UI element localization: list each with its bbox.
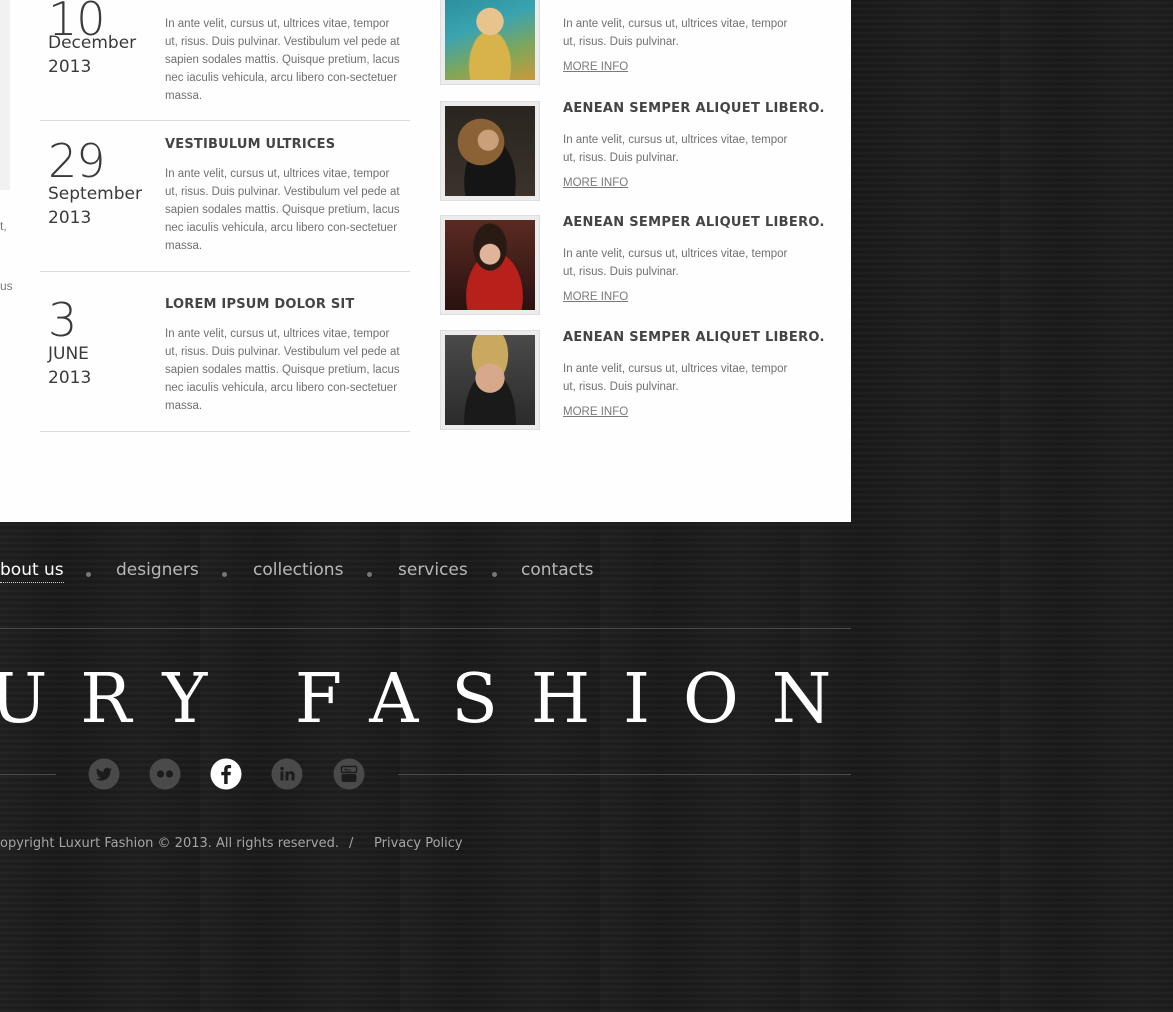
footer-divider	[398, 774, 851, 775]
profile-text: In ante velit, cursus ut, ultrices vitae…	[563, 248, 788, 278]
news-title[interactable]: VESTIBULUM ULTRICES	[165, 137, 335, 152]
news-item: 3 JUNE 2013 LOREM IPSUM DOLOR SIT In ant…	[40, 272, 410, 432]
profile-item: AENEAN SEMPER ALIQUET LIBERO. In ante ve…	[440, 215, 840, 315]
profile-thumbnail[interactable]	[440, 0, 540, 85]
profile-photo	[445, 0, 535, 80]
more-info-link[interactable]: MORE INFO	[563, 61, 628, 73]
nav-item-designers[interactable]: designers	[116, 560, 199, 580]
news-date-day: 3	[48, 293, 77, 347]
profile-title[interactable]: AENEAN SEMPER ALIQUET LIBERO.	[563, 215, 825, 230]
profile-thumbnail[interactable]	[440, 215, 540, 315]
nav-separator-dot	[222, 572, 227, 577]
footer-nav: bout us designers collections services c…	[0, 560, 851, 590]
news-item: 10 December 2013 In ante velit, cursus u…	[40, 0, 410, 121]
nav-separator-dot	[367, 572, 372, 577]
footer-divider	[0, 628, 851, 629]
news-date-day: 29	[48, 134, 106, 188]
profile-photo	[445, 220, 535, 310]
profile-text: In ante velit, cursus ut, ultrices vitae…	[563, 363, 788, 393]
news-text: In ante velit, cursus ut, ultrices vitae…	[165, 168, 400, 252]
youtube-icon[interactable]	[333, 758, 365, 790]
copyright-text: opyright Luxurt Fashion © 2013. All righ…	[0, 836, 339, 851]
news-date-month: JUNE	[48, 344, 89, 364]
profile-item: In ante velit, cursus ut, ultrices vitae…	[440, 0, 840, 85]
facebook-icon[interactable]	[210, 758, 242, 790]
profile-text: In ante velit, cursus ut, ultrices vitae…	[563, 18, 788, 48]
profile-text: In ante velit, cursus ut, ultrices vitae…	[563, 134, 788, 164]
profile-item: AENEAN SEMPER ALIQUET LIBERO. In ante ve…	[440, 101, 840, 201]
profile-photo	[445, 335, 535, 425]
profile-thumbnail[interactable]	[440, 101, 540, 201]
news-date-year: 2013	[48, 368, 92, 388]
nav-separator-dot	[492, 572, 497, 577]
more-info-link[interactable]: MORE INFO	[563, 177, 628, 189]
flickr-icon[interactable]	[149, 758, 181, 790]
nav-item-about-us[interactable]: bout us	[0, 560, 64, 583]
sidebar-edge-text: us	[0, 279, 13, 293]
nav-separator-dot	[86, 572, 91, 577]
news-text: In ante velit, cursus ut, ultrices vitae…	[165, 18, 400, 102]
profile-title[interactable]: AENEAN SEMPER ALIQUET LIBERO.	[563, 101, 825, 116]
footer-separator: /	[349, 836, 354, 851]
news-date-month: December	[48, 33, 137, 53]
more-info-link[interactable]: MORE INFO	[563, 291, 628, 303]
privacy-policy-link[interactable]: Privacy Policy	[374, 836, 463, 851]
more-info-link[interactable]: MORE INFO	[563, 406, 628, 418]
profile-item: AENEAN SEMPER ALIQUET LIBERO. In ante ve…	[440, 330, 840, 430]
sidebar-edge	[0, 0, 10, 190]
news-title[interactable]: LOREM IPSUM DOLOR SIT	[165, 297, 355, 312]
news-date-month: September	[48, 184, 142, 204]
profile-title[interactable]: AENEAN SEMPER ALIQUET LIBERO.	[563, 330, 825, 345]
sidebar-edge-text: t,	[0, 219, 7, 233]
nav-item-contacts[interactable]: contacts	[521, 560, 593, 580]
profile-thumbnail[interactable]	[440, 330, 540, 430]
profile-photo	[445, 106, 535, 196]
nav-item-services[interactable]: services	[398, 560, 468, 580]
news-item: 29 September 2013 VESTIBULUM ULTRICES In…	[40, 121, 410, 272]
nav-item-collections[interactable]: collections	[253, 560, 343, 580]
content-panel: t, us 10 December 2013 In ante velit, cu…	[0, 0, 851, 522]
news-date-year: 2013	[48, 57, 92, 77]
footer-divider	[0, 774, 56, 775]
linkedin-icon[interactable]	[271, 758, 303, 790]
news-text: In ante velit, cursus ut, ultrices vitae…	[165, 328, 400, 412]
twitter-icon[interactable]	[88, 758, 120, 790]
news-date-year: 2013	[48, 208, 92, 228]
brand-logo[interactable]: URY FASHION	[0, 660, 864, 740]
